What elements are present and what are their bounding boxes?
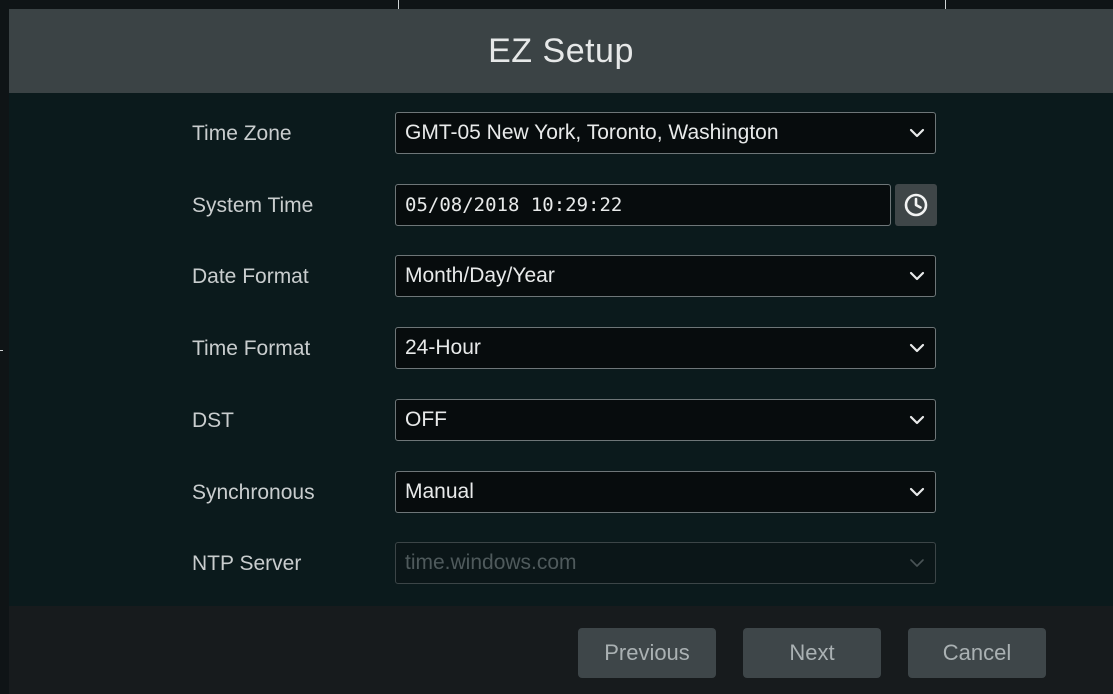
system-time-value: 05/08/2018 10:29:22	[405, 194, 623, 216]
chevron-down-icon	[909, 128, 925, 138]
ntp-server-value: time.windows.com	[405, 551, 577, 574]
system-time-input[interactable]: 05/08/2018 10:29:22	[395, 184, 891, 226]
system-time-row: System Time 05/08/2018 10:29:22	[9, 184, 1113, 228]
time-zone-label: Time Zone	[192, 122, 292, 145]
dialog-title: EZ Setup	[488, 31, 634, 70]
next-button[interactable]: Next	[743, 628, 881, 678]
time-zone-select[interactable]: GMT-05 New York, Toronto, Washington	[395, 112, 936, 154]
system-time-label: System Time	[192, 194, 314, 217]
title-bar: EZ Setup	[9, 9, 1113, 93]
dst-label: DST	[192, 409, 234, 432]
cancel-button[interactable]: Cancel	[908, 628, 1046, 678]
synchronous-value: Manual	[405, 480, 474, 503]
dst-row: DST OFF	[9, 399, 1113, 443]
chevron-down-icon	[910, 559, 924, 567]
synchronous-row: Synchronous Manual	[9, 471, 1113, 515]
date-format-row: Date Format Month/Day/Year	[9, 255, 1113, 299]
chevron-down-icon	[909, 487, 925, 497]
ntp-server-label: NTP Server	[192, 552, 302, 575]
ntp-server-select: time.windows.com	[395, 542, 936, 584]
dialog-footer: Previous Next Cancel	[9, 606, 1113, 694]
frame-divider	[945, 0, 946, 9]
frame-divider	[0, 350, 3, 351]
clock-button[interactable]	[895, 184, 937, 226]
frame-divider	[398, 0, 399, 9]
time-format-row: Time Format 24-Hour	[9, 327, 1113, 371]
dst-select[interactable]: OFF	[395, 399, 936, 441]
clock-icon	[904, 193, 928, 217]
previous-button[interactable]: Previous	[578, 628, 716, 678]
ntp-server-row: NTP Server time.windows.com	[9, 542, 1113, 586]
time-zone-row: Time Zone GMT-05 New York, Toronto, Wash…	[9, 112, 1113, 156]
dst-value: OFF	[405, 408, 447, 431]
synchronous-label: Synchronous	[192, 481, 315, 504]
synchronous-select[interactable]: Manual	[395, 471, 936, 513]
time-zone-value: GMT-05 New York, Toronto, Washington	[405, 121, 779, 144]
chevron-down-icon	[909, 415, 925, 425]
date-format-label: Date Format	[192, 265, 309, 288]
time-format-value: 24-Hour	[405, 336, 481, 359]
date-format-select[interactable]: Month/Day/Year	[395, 255, 936, 297]
date-format-value: Month/Day/Year	[405, 264, 555, 287]
chevron-down-icon	[909, 343, 925, 353]
time-format-label: Time Format	[192, 337, 311, 360]
time-format-select[interactable]: 24-Hour	[395, 327, 936, 369]
chevron-down-icon	[909, 271, 925, 281]
ez-setup-dialog: EZ Setup Time Zone GMT-05 New York, Toro…	[9, 9, 1113, 694]
